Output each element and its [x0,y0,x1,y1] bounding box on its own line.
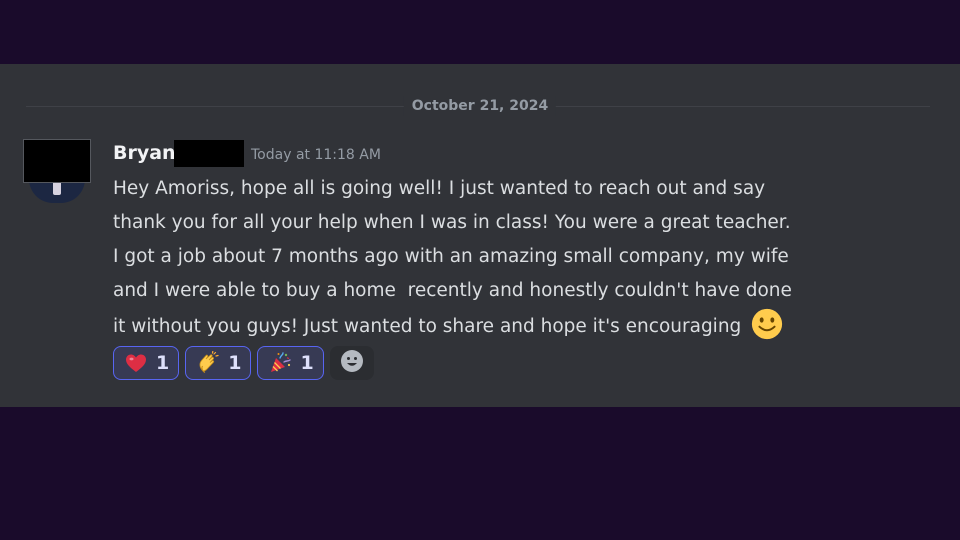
avatar[interactable] [23,139,91,203]
date-divider-label: October 21, 2024 [403,96,557,116]
reaction-count: 1 [228,352,242,374]
red-heart-icon [124,351,148,375]
chat-panel: October 21, 2024 Bryan Today at 11:18 AM… [0,64,960,407]
reactions-bar: 1 1 1 [113,346,374,380]
message-line: it without you guys! Just wanted to shar… [113,316,748,337]
message-line: thank you for all your help when I was i… [113,212,791,233]
reaction-heart[interactable]: 1 [113,346,180,380]
message-line: and I were able to buy a home recently a… [113,280,792,301]
add-reaction-smiley-icon [340,349,364,377]
avatar-redaction [23,139,91,183]
author-name-redaction [174,140,244,167]
message-author[interactable]: Bryan [113,141,176,165]
message-timestamp: Today at 11:18 AM [251,147,381,163]
message-line: I got a job about 7 months ago with an a… [113,246,789,267]
message-content: Hey Amoriss, hope all is going well! I j… [113,172,883,344]
slightly-smiling-face-icon [751,308,783,340]
reaction-party[interactable]: 1 [257,346,324,380]
message-line: Hey Amoriss, hope all is going well! I j… [113,178,766,199]
reaction-count: 1 [300,352,314,374]
reaction-count: 1 [156,352,170,374]
party-popper-icon [268,351,292,375]
avatar-shirt [53,181,61,195]
add-reaction-button[interactable] [329,346,374,380]
clapping-hands-icon [196,351,220,375]
reaction-clap[interactable]: 1 [185,346,252,380]
